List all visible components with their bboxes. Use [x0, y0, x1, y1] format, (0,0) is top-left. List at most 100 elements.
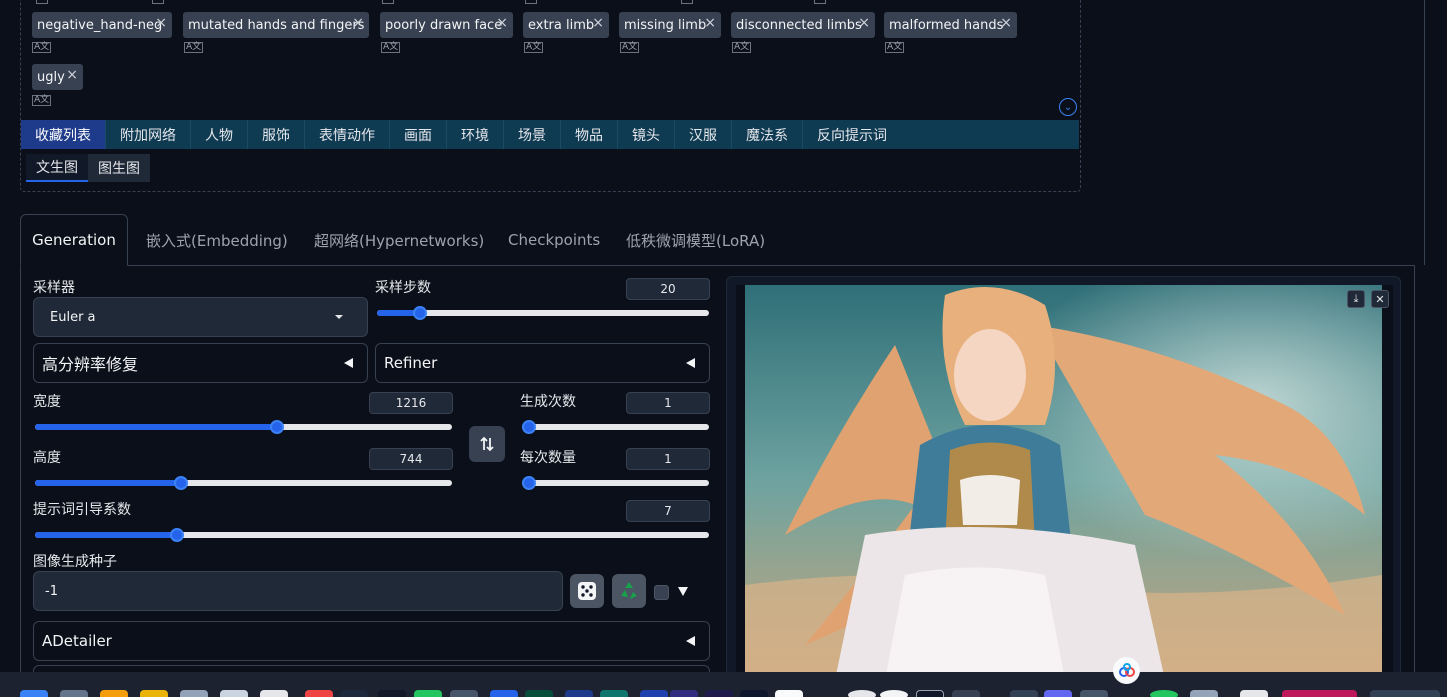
height-number-input[interactable]: 744 — [369, 448, 453, 470]
dock-app-icon[interactable] — [340, 690, 368, 697]
adetailer-accordion[interactable]: ADetailer — [33, 621, 710, 661]
tab-checkpoints[interactable]: Checkpoints — [508, 214, 600, 266]
category-tab-picture[interactable]: 画面 — [390, 120, 447, 149]
height-slider[interactable] — [35, 476, 452, 490]
dock-app-icon[interactable] — [1150, 690, 1178, 697]
category-tab-scene[interactable]: 场景 — [504, 120, 561, 149]
dock-app-icon[interactable] — [1010, 690, 1038, 697]
category-tab-camera[interactable]: 镜头 — [618, 120, 675, 149]
download-image-button[interactable]: ⤓ — [1347, 290, 1365, 308]
batch-count-number-input[interactable]: 1 — [626, 392, 710, 414]
dock-app-icon[interactable] — [600, 690, 628, 697]
swap-dimensions-button[interactable] — [469, 426, 505, 462]
remove-tag-icon[interactable]: × — [66, 67, 78, 83]
translate-icon[interactable]: A文 — [732, 42, 752, 53]
slider-thumb[interactable] — [169, 528, 184, 542]
close-image-button[interactable]: ✕ — [1371, 290, 1389, 308]
category-tab-favorites[interactable]: 收藏列表 — [21, 120, 106, 149]
sampler-select[interactable]: Euler a — [33, 297, 368, 337]
batch-size-number-input[interactable]: 1 — [626, 448, 710, 470]
dock-app-icon[interactable] — [140, 690, 168, 697]
dock-app-icon[interactable] — [490, 690, 518, 697]
translate-icon[interactable]: A文 — [184, 42, 204, 53]
remove-tag-icon[interactable]: × — [155, 15, 167, 31]
sub-tab-txt2img[interactable]: 文生图 — [26, 154, 88, 182]
tab-generation[interactable]: Generation — [20, 214, 128, 266]
category-tab-environment[interactable]: 环境 — [447, 120, 504, 149]
refiner-accordion[interactable]: Refiner — [375, 343, 710, 383]
dock-app-icon[interactable] — [1240, 690, 1268, 697]
dock-app-icon[interactable] — [916, 690, 944, 697]
dock-app-icon[interactable] — [220, 690, 248, 697]
negative-tag[interactable]: malformed hands × — [884, 12, 1017, 38]
tab-hypernetworks[interactable]: 超网络(Hypernetworks) — [314, 214, 484, 266]
category-tab-expressions[interactable]: 表情动作 — [305, 120, 390, 149]
seed-input[interactable]: -1 — [33, 571, 563, 611]
negative-tag[interactable]: mutated hands and fingers × — [183, 12, 369, 38]
dock-app-icon[interactable] — [1044, 690, 1072, 697]
translate-icon[interactable]: A文 — [620, 42, 640, 53]
dock-app-icon[interactable] — [952, 690, 980, 697]
batch-count-slider[interactable] — [522, 420, 709, 434]
dock-app-icon[interactable] — [1080, 690, 1108, 697]
remove-tag-icon[interactable]: × — [1000, 15, 1012, 31]
width-slider[interactable] — [35, 420, 452, 434]
negative-tag[interactable]: extra limb × — [523, 12, 609, 38]
translate-icon[interactable]: A文 — [32, 42, 52, 53]
remove-tag-icon[interactable]: × — [858, 15, 870, 31]
dock-app-icon[interactable] — [565, 690, 593, 697]
slider-thumb[interactable] — [269, 420, 284, 434]
slider-thumb[interactable] — [173, 476, 188, 490]
dock-app-icon[interactable] — [450, 690, 478, 697]
category-tab-characters[interactable]: 人物 — [191, 120, 248, 149]
dock-app-icon[interactable] — [100, 690, 128, 697]
tab-embedding[interactable]: 嵌入式(Embedding) — [146, 214, 288, 266]
category-tab-clothing[interactable]: 服饰 — [248, 120, 305, 149]
batch-size-slider[interactable] — [522, 476, 709, 490]
remove-tag-icon[interactable]: × — [352, 15, 364, 31]
floating-assistant-icon[interactable] — [1113, 657, 1140, 684]
slider-thumb[interactable] — [522, 420, 536, 434]
negative-tag[interactable]: negative_hand-neg × — [32, 12, 172, 38]
category-tab-hanfu[interactable]: 汉服 — [675, 120, 732, 149]
dock-app-icon[interactable] — [740, 690, 768, 697]
cfg-scale-slider[interactable] — [35, 528, 709, 542]
category-tab-objects[interactable]: 物品 — [561, 120, 618, 149]
slider-thumb[interactable] — [522, 476, 536, 490]
width-number-input[interactable]: 1216 — [369, 392, 453, 414]
dock-app-icon[interactable] — [305, 690, 333, 697]
collapse-chevron-icon[interactable]: ⌄ — [1059, 98, 1077, 116]
dock-app-icon[interactable] — [525, 690, 553, 697]
dock-app-icon[interactable] — [378, 690, 406, 697]
translate-icon[interactable]: A文 — [885, 42, 905, 53]
cfg-scale-number-input[interactable]: 7 — [626, 500, 710, 522]
remove-tag-icon[interactable]: × — [592, 15, 604, 31]
dock-app-icon[interactable] — [414, 690, 442, 697]
extra-seed-checkbox[interactable] — [654, 585, 669, 600]
category-tab-negative-prompts[interactable]: 反向提示词 — [803, 120, 901, 149]
tab-lora[interactable]: 低秩微调模型(LoRA) — [626, 214, 765, 266]
remove-tag-icon[interactable]: × — [704, 15, 716, 31]
hires-fix-accordion[interactable]: 高分辨率修复 — [33, 343, 368, 383]
category-tab-magic[interactable]: 魔法系 — [732, 120, 803, 149]
dock-app-icon[interactable] — [180, 690, 208, 697]
dock-app-icon[interactable] — [20, 690, 48, 697]
negative-tag[interactable]: disconnected limbs × — [731, 12, 875, 38]
random-seed-button[interactable] — [570, 574, 604, 608]
remove-tag-icon[interactable]: × — [496, 15, 508, 31]
translate-icon[interactable]: A文 — [524, 42, 544, 53]
category-tab-extra-networks[interactable]: 附加网络 — [106, 120, 191, 149]
dock-app-icon[interactable] — [848, 690, 876, 697]
negative-tag[interactable]: poorly drawn face × — [380, 12, 513, 38]
dock-app-icon[interactable] — [640, 690, 668, 697]
generated-image[interactable] — [745, 285, 1382, 680]
dock-app-icon[interactable] — [1190, 690, 1218, 697]
dock-app-icon[interactable] — [775, 690, 803, 697]
dock-app-icon[interactable] — [880, 690, 908, 697]
dock-app-icon[interactable] — [1370, 690, 1440, 697]
triangle-down-icon[interactable] — [678, 587, 688, 596]
translate-icon[interactable]: A文 — [32, 95, 52, 106]
negative-tag[interactable]: missing limb × — [619, 12, 721, 38]
dock-app-icon[interactable] — [260, 690, 288, 697]
steps-number-input[interactable]: 20 — [626, 278, 710, 300]
